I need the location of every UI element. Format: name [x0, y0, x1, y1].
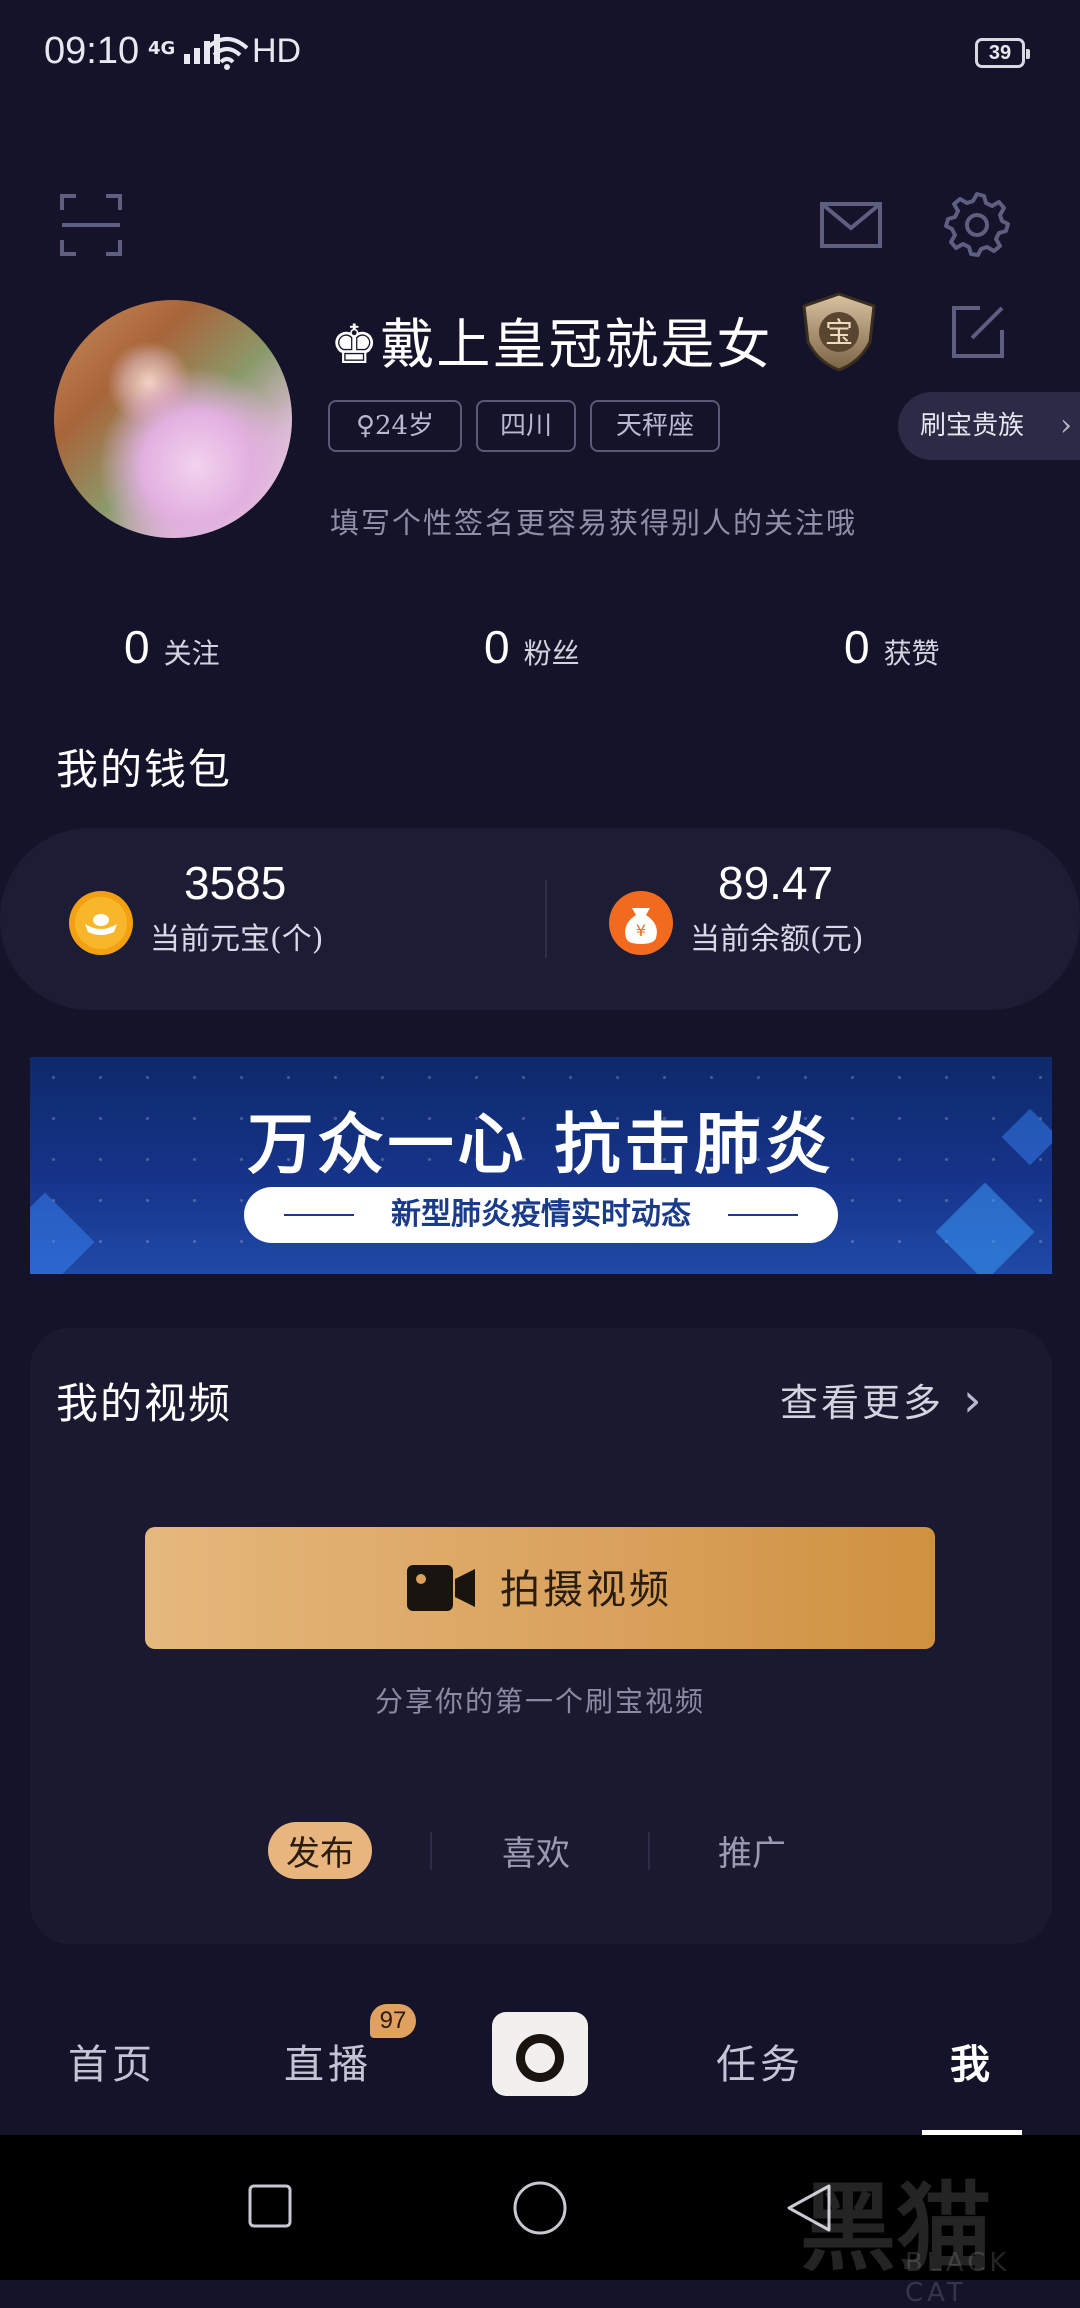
coins-label: 当前元宝(个) — [150, 922, 324, 957]
network-label: 4G — [148, 38, 176, 59]
stat-likes[interactable]: 0 获赞 — [844, 620, 940, 674]
following-label: 关注 — [163, 637, 220, 670]
wallet-title: 我的钱包 — [56, 745, 233, 794]
signature[interactable]: 填写个性签名更容易获得别人的关注哦 — [330, 500, 857, 542]
balance-entry[interactable]: ¥ 89.47 当前余额(元) — [606, 852, 1026, 982]
edit-icon[interactable] — [948, 302, 1008, 362]
banner-headline: 万众一心 抗击肺炎 — [247, 1106, 835, 1183]
avatar[interactable] — [54, 300, 292, 538]
gender-age-tag: ♀24岁 — [328, 400, 462, 452]
status-time: 09:10 — [44, 30, 140, 72]
battery-icon: 39 — [975, 38, 1030, 68]
vip-label: 刷宝贵族 — [920, 411, 1025, 441]
svg-text:宝: 宝 — [825, 316, 853, 349]
recents-icon[interactable] — [248, 2184, 292, 2228]
videos-title: 我的视频 — [56, 1379, 233, 1428]
region-tag: 四川 — [476, 400, 576, 452]
chevron-right-icon: › — [963, 1373, 982, 1427]
status-bar: 09:10 4G HD 39 — [0, 0, 1080, 110]
tab-promote[interactable]: 推广 — [718, 1826, 786, 1875]
wallet-divider — [545, 880, 547, 958]
nav-home[interactable]: 首页 — [68, 2032, 156, 2090]
gear-icon[interactable] — [942, 188, 1012, 258]
video-camera-icon — [407, 1565, 475, 1611]
chevron-right-icon: › — [1060, 408, 1072, 443]
home-icon[interactable] — [512, 2180, 568, 2236]
shoot-video-button[interactable]: 拍摄视频 — [145, 1527, 935, 1649]
tab-likes[interactable]: 喜欢 — [502, 1826, 570, 1875]
money-bag-icon: ¥ — [609, 891, 673, 955]
following-count: 0 — [124, 621, 150, 673]
coins-value: 3585 — [184, 857, 287, 909]
vip-entry[interactable]: 刷宝贵族 › — [898, 392, 1080, 460]
shoot-video-label: 拍摄视频 — [500, 1567, 672, 1613]
mail-icon[interactable] — [816, 190, 886, 260]
level-badge[interactable]: 宝 — [800, 292, 878, 372]
coins-entry[interactable]: 3585 当前元宝(个) — [66, 852, 486, 982]
svg-text:¥: ¥ — [636, 921, 646, 940]
stat-fans[interactable]: 0 粉丝 — [484, 620, 580, 674]
shield-icon: 宝 — [802, 292, 876, 372]
see-more-label: 查看更多 — [780, 1381, 945, 1425]
see-more-link[interactable]: 查看更多 › — [780, 1372, 982, 1427]
balance-label: 当前余额(元) — [690, 922, 864, 957]
watermark-sub: BLACK CAT — [905, 2248, 1011, 2308]
hd-indicator: HD — [252, 32, 302, 70]
tab-divider — [648, 1832, 650, 1870]
camera-button[interactable] — [492, 2012, 588, 2096]
promo-banner[interactable]: 万众一心 抗击肺炎 新型肺炎疫情实时动态 — [30, 1057, 1052, 1274]
stat-following[interactable]: 0 关注 — [124, 620, 220, 674]
likes-label: 获赞 — [883, 637, 940, 670]
battery-level: 39 — [988, 42, 1012, 64]
scan-icon[interactable] — [56, 190, 126, 260]
wifi-icon — [205, 37, 249, 70]
tab-publish[interactable]: 发布 — [268, 1822, 372, 1879]
share-hint: 分享你的第一个刷宝视频 — [374, 1685, 705, 1718]
zodiac-tag: 天秤座 — [590, 400, 720, 452]
nav-me[interactable]: 我 — [950, 2032, 994, 2090]
nav-tasks[interactable]: 任务 — [716, 2032, 804, 2090]
likes-count: 0 — [844, 621, 870, 673]
camera-icon — [516, 2012, 564, 2082]
fans-label: 粉丝 — [523, 637, 580, 670]
nickname: ♚戴上皇冠就是女 — [330, 313, 773, 376]
tab-divider — [430, 1832, 432, 1870]
ingot-coin-icon — [69, 891, 133, 955]
fans-count: 0 — [484, 621, 510, 673]
balance-value: 89.47 — [718, 857, 834, 909]
live-count-badge: 97 — [370, 2004, 416, 2038]
banner-subline: 新型肺炎疫情实时动态 — [244, 1187, 838, 1243]
nav-live[interactable]: 直播 — [284, 2032, 372, 2090]
